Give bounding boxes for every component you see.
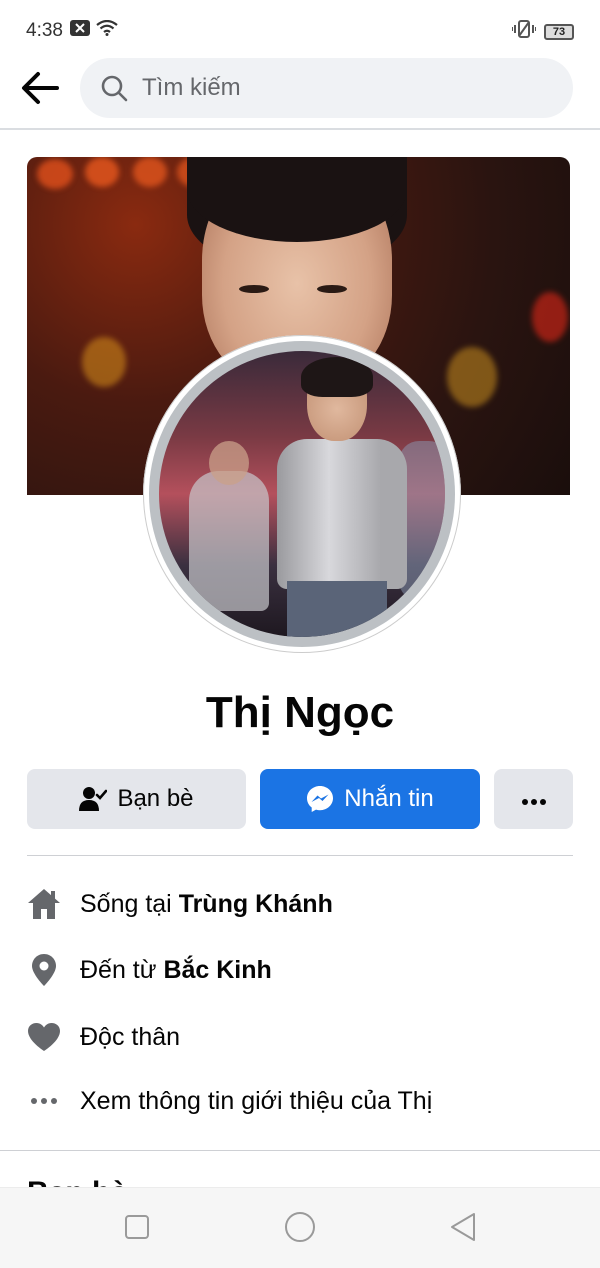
messenger-icon — [306, 785, 334, 813]
intro-relationship: Độc thân — [27, 1017, 573, 1057]
square-icon — [124, 1214, 150, 1245]
friends-button[interactable]: Bạn bè — [27, 769, 246, 829]
see-about-link[interactable]: Xem thông tin giới thiệu của Thị — [27, 1081, 573, 1121]
divider — [27, 855, 573, 856]
search-bar[interactable] — [80, 58, 573, 118]
status-bar: 4:38 73 — [0, 0, 600, 56]
profile-actions: Bạn bè Nhắn tin — [27, 769, 573, 829]
more-dots-icon — [27, 1084, 61, 1118]
circle-icon — [284, 1211, 316, 1248]
see-about-label: Xem thông tin giới thiệu của Thị — [80, 1086, 433, 1115]
vibrate-icon — [511, 20, 537, 43]
location-pin-icon — [27, 953, 61, 987]
battery-indicator: 73 — [544, 23, 574, 40]
more-dots-icon — [521, 785, 547, 813]
triangle-back-icon — [449, 1212, 477, 1247]
intro-from[interactable]: Đến từ Bắc Kinh — [27, 950, 573, 990]
message-button[interactable]: Nhắn tin — [260, 769, 480, 829]
profile-name: Thị Ngọc — [205, 688, 395, 737]
friends-button-label: Bạn bè — [117, 785, 194, 812]
from-place[interactable]: Bắc Kinh — [163, 956, 271, 984]
home-button[interactable] — [283, 1211, 317, 1248]
from-prefix: Đến từ — [80, 955, 164, 984]
back-nav-button[interactable] — [446, 1212, 480, 1246]
arrow-left-icon — [21, 71, 59, 110]
section-divider — [0, 1150, 600, 1151]
notification-icon — [70, 20, 90, 41]
relationship-status: Độc thân — [80, 1022, 181, 1051]
search-icon — [100, 74, 128, 102]
system-navigation-bar — [0, 1187, 600, 1268]
lives-in-prefix: Sống tại — [80, 889, 179, 918]
person-check-icon — [79, 786, 108, 812]
heart-icon — [27, 1020, 61, 1054]
wifi-icon — [96, 19, 118, 41]
home-icon — [27, 887, 61, 921]
search-input[interactable] — [140, 73, 524, 103]
intro-lives-in[interactable]: Sống tại Trùng Khánh — [27, 884, 573, 924]
top-navigation — [0, 56, 600, 130]
lives-in-place[interactable]: Trùng Khánh — [179, 890, 333, 918]
profile-picture[interactable] — [143, 335, 461, 653]
status-time: 4:38 — [26, 20, 63, 41]
message-button-label: Nhắn tin — [344, 785, 434, 812]
back-button[interactable] — [18, 68, 62, 112]
recent-apps-button[interactable] — [120, 1212, 154, 1246]
more-options-button[interactable] — [494, 769, 573, 829]
